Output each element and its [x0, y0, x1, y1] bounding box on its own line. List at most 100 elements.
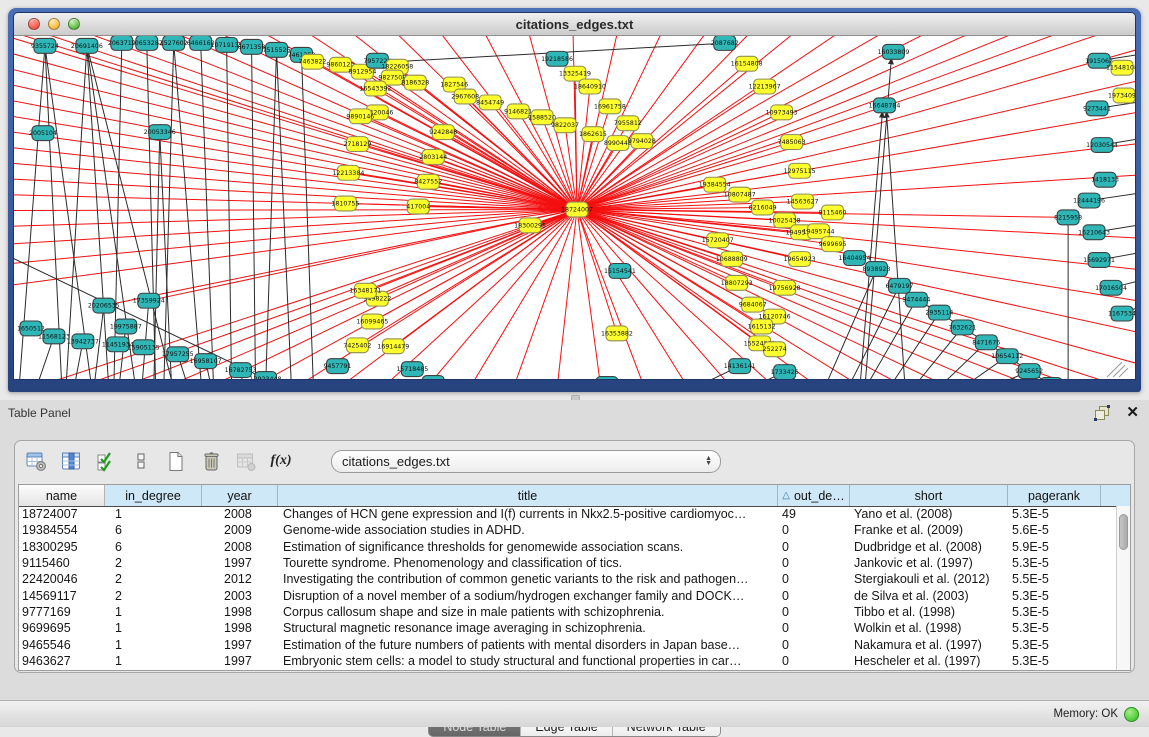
table-cell[interactable]: Changes of HCN gene expression and I(f) … — [278, 507, 778, 521]
table-cell[interactable]: 0 — [778, 589, 850, 603]
table-cell[interactable]: Corpus callosum shape and size in male p… — [278, 605, 778, 619]
table-cell[interactable]: 5.3E-5 — [1008, 621, 1101, 635]
network-node[interactable]: 1167534 — [1108, 306, 1135, 321]
table-cell[interactable]: 0 — [778, 605, 850, 619]
table-cell[interactable]: 0 — [778, 654, 850, 668]
network-node[interactable]: 8186328 — [401, 75, 429, 90]
network-node[interactable]: 16914479 — [377, 339, 409, 354]
network-node[interactable]: 15692971 — [1083, 253, 1115, 268]
network-node[interactable]: 10653287 — [131, 36, 163, 50]
table-cell[interactable]: Disruption of a novel member of a sodium… — [278, 589, 778, 603]
network-node[interactable]: 252274 — [763, 342, 787, 357]
network-node[interactable]: 7632621 — [948, 320, 976, 335]
resize-grip-icon[interactable] — [1113, 365, 1125, 377]
table-row[interactable]: 911546021997Tourette syndrome. Phenomeno… — [19, 555, 1117, 571]
table-cell[interactable]: Tibbo et al. (1998) — [850, 605, 1008, 619]
delete-icon[interactable] — [200, 450, 222, 472]
network-node[interactable]: 16099465 — [356, 314, 388, 329]
table-cell[interactable]: 22420046 — [19, 572, 105, 586]
network-node[interactable]: 1810755 — [331, 196, 359, 211]
network-node[interactable]: 9245652 — [1015, 364, 1043, 379]
network-node[interactable]: 1418133 — [1091, 172, 1119, 187]
network-node[interactable]: 17359924 — [133, 293, 165, 308]
table-cell[interactable]: 0 — [778, 540, 850, 554]
network-node[interactable]: 6479197 — [885, 278, 913, 293]
table-cell[interactable]: 18724007 — [19, 507, 105, 521]
table-cell[interactable]: Dudbridge et al. (2008) — [850, 540, 1008, 554]
table-row[interactable]: 946554611997Estimation of the future num… — [19, 636, 1117, 652]
network-node[interactable]: 19756928 — [769, 280, 801, 295]
network-node[interactable]: 16961758 — [594, 99, 626, 114]
network-node[interactable]: 19384554 — [699, 177, 731, 192]
network-node[interactable]: 12444196 — [1073, 193, 1105, 208]
table-cell[interactable]: Estimation of significance thresholds fo… — [278, 540, 778, 554]
network-node[interactable]: 10654112 — [991, 349, 1023, 364]
table-row[interactable]: 2242004622012Investigating the contribut… — [19, 571, 1117, 587]
table-cell[interactable]: Estimation of the future numbers of pati… — [278, 638, 778, 652]
table-cell[interactable]: 2008 — [202, 507, 278, 521]
table-cell[interactable]: 2 — [105, 589, 202, 603]
table-cell[interactable]: 5.3E-5 — [1008, 654, 1101, 668]
table-cell[interactable]: 2 — [105, 556, 202, 570]
network-node[interactable]: 9474444 — [902, 292, 930, 307]
table-row[interactable]: 1456911722003Disruption of a novel membe… — [19, 587, 1117, 603]
table-cell[interactable]: 6 — [105, 523, 202, 537]
network-node[interactable]: 9355724 — [31, 38, 59, 53]
table-cell[interactable]: 1 — [105, 654, 202, 668]
table-cell[interactable]: 0 — [778, 556, 850, 570]
table-cell[interactable]: 49 — [778, 507, 850, 521]
table-cell[interactable]: 2009 — [202, 523, 278, 537]
network-node[interactable]: 8427552 — [414, 174, 442, 189]
network-node[interactable]: 20206535 — [88, 298, 120, 313]
column-header-title[interactable]: title — [278, 485, 778, 506]
table-cell[interactable]: Wolkin et al. (1998) — [850, 621, 1008, 635]
network-node[interactable]: 9245610 — [593, 377, 621, 379]
network-node[interactable]: 7463822 — [298, 54, 326, 69]
network-node[interactable]: 17016504 — [1095, 280, 1127, 295]
table-cell[interactable]: 9699695 — [19, 621, 105, 635]
table-vertical-scrollbar[interactable] — [1116, 506, 1130, 670]
table-cell[interactable]: 1 — [105, 621, 202, 635]
network-node[interactable]: 1640233 — [419, 376, 447, 379]
table-cell[interactable]: 1 — [105, 605, 202, 619]
table-cell[interactable]: de Silva et al. (2003) — [850, 589, 1008, 603]
network-node[interactable]: 9890146 — [346, 109, 374, 124]
scrollbar-thumb[interactable] — [1119, 514, 1128, 550]
network-node[interactable]: 1245192 — [1037, 378, 1065, 379]
float-panel-icon[interactable] — [1094, 405, 1110, 421]
network-node[interactable]: 2718129 — [343, 137, 371, 152]
table-cell[interactable]: 6 — [105, 540, 202, 554]
network-node[interactable]: 2005104 — [29, 126, 57, 141]
column-header-name[interactable]: name — [19, 485, 105, 506]
table-cell[interactable]: 2 — [105, 572, 202, 586]
table-cell[interactable]: Stergiakouli et al. (2012) — [850, 572, 1008, 586]
network-window-titlebar[interactable]: citations_edges.txt — [14, 13, 1135, 36]
network-node[interactable]: 12975115 — [784, 163, 816, 178]
table-row[interactable]: 1872400712008Changes of HCN gene express… — [19, 506, 1117, 522]
network-node[interactable]: 417004 — [406, 199, 430, 214]
new-document-icon[interactable] — [165, 450, 187, 472]
table-cell[interactable]: 1997 — [202, 556, 278, 570]
table-cell[interactable]: 5.3E-5 — [1008, 589, 1101, 603]
network-node[interactable]: 2967608 — [451, 89, 479, 104]
table-cell[interactable]: 19384554 — [19, 523, 105, 537]
close-panel-icon[interactable]: ✕ — [1126, 406, 1139, 420]
table-cell[interactable]: Genome-wide association studies in ADHD. — [278, 523, 778, 537]
table-cell[interactable]: 14569117 — [19, 589, 105, 603]
table-cell[interactable]: Structural magnetic resonance image aver… — [278, 621, 778, 635]
network-node[interactable]: 16353882 — [601, 326, 633, 341]
network-node[interactable]: 7485063 — [778, 135, 806, 150]
table-cell[interactable]: 1997 — [202, 654, 278, 668]
network-node[interactable]: 1862615 — [579, 127, 607, 142]
table-cell[interactable]: Embryonic stem cells: a model to study s… — [278, 654, 778, 668]
select-column-icon[interactable] — [60, 450, 82, 472]
network-node[interactable]: 6671358 — [238, 39, 266, 54]
network-node[interactable]: 16210643 — [1078, 225, 1110, 240]
table-cell[interactable]: 5.9E-5 — [1008, 540, 1101, 554]
table-settings-icon[interactable] — [25, 450, 47, 472]
column-header-year[interactable]: year — [202, 485, 278, 506]
table-cell[interactable]: 5.3E-5 — [1008, 605, 1101, 619]
network-node[interactable]: 1650512 — [17, 321, 45, 336]
table-cell[interactable]: 5.3E-5 — [1008, 507, 1101, 521]
network-node[interactable]: 13942737 — [67, 334, 99, 349]
